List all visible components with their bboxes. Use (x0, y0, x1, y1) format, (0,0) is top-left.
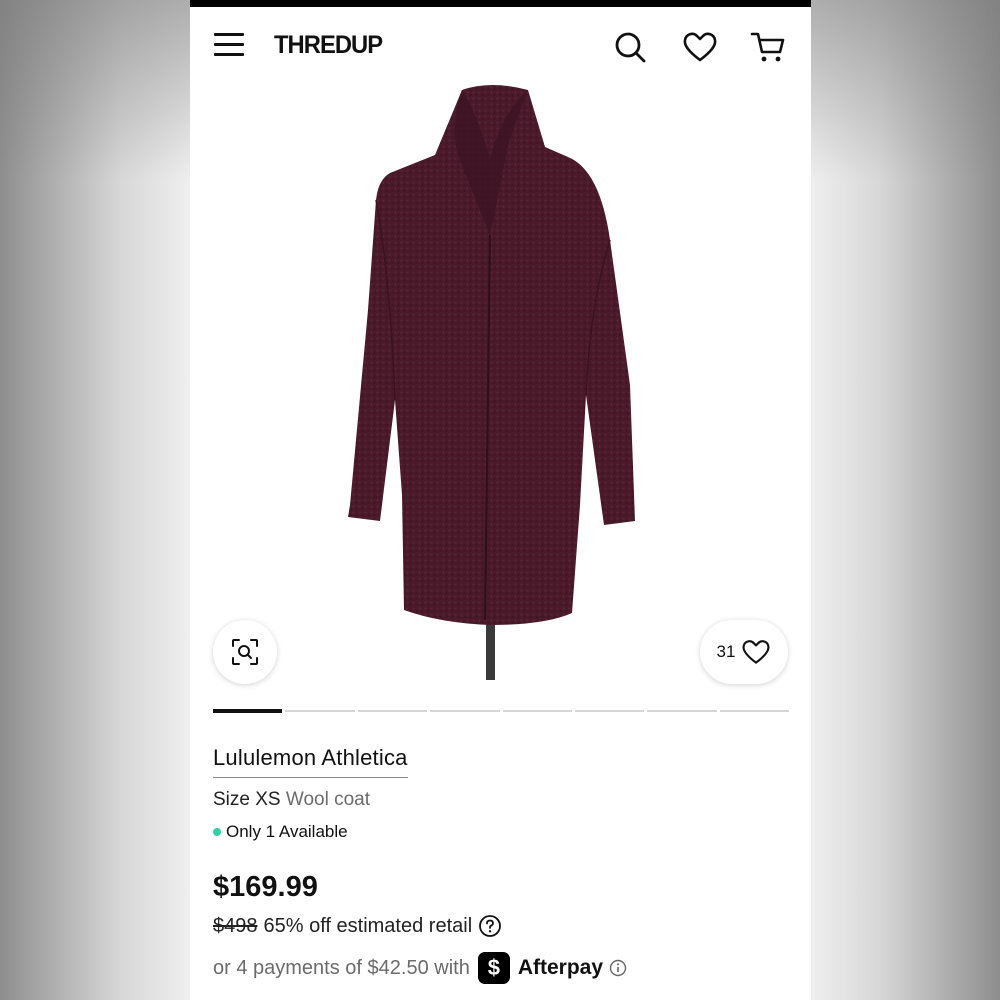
menu-icon[interactable] (214, 33, 244, 57)
installments-text: or 4 payments of $42.50 with (213, 956, 470, 979)
gallery-progress (213, 709, 789, 713)
gallery-segment[interactable] (285, 710, 355, 712)
gallery-segment[interactable] (213, 709, 283, 713)
retail-price: $498 (213, 914, 258, 937)
gallery-segment[interactable] (430, 710, 500, 712)
item-type: Wool coat (285, 789, 371, 810)
help-icon[interactable] (478, 914, 502, 938)
gallery-segment[interactable] (357, 710, 428, 712)
discount-text: 65% off estimated retail (263, 914, 473, 937)
price: $169.99 (213, 871, 318, 903)
heart-icon[interactable] (682, 29, 718, 65)
status-bar (190, 0, 811, 7)
size-label: Size XS (213, 789, 281, 810)
installments-line: or 4 payments of $42.50 with $ Afterpay (213, 952, 627, 984)
favorite-count: 31 (716, 642, 736, 661)
gallery-segment[interactable] (574, 710, 645, 712)
cart-icon[interactable] (750, 29, 786, 65)
size-line: Size XS Wool coat (213, 789, 370, 811)
zoom-icon (232, 639, 258, 665)
heart-icon (742, 640, 770, 664)
favorite-button[interactable]: 31 (700, 620, 788, 684)
zoom-button[interactable] (213, 620, 277, 684)
availability-dot (213, 828, 221, 836)
info-icon[interactable] (609, 959, 627, 977)
app-header: THREDUP (190, 7, 811, 85)
availability: Only 1 Available (213, 822, 348, 842)
gallery-segment[interactable] (647, 710, 717, 712)
gallery-segment[interactable] (719, 710, 789, 712)
product-image[interactable] (190, 85, 811, 685)
availability-text: Only 1 Available (226, 822, 348, 841)
cashapp-icon: $ (477, 952, 510, 984)
search-icon[interactable] (612, 29, 648, 65)
afterpay-label[interactable]: Afterpay (518, 956, 603, 980)
thredup-logo[interactable]: THREDUP (274, 31, 383, 60)
phone-screen: THREDUP 31 Lululemon Athletica Size XS W… (190, 0, 811, 1000)
retail-line: $498 65% off estimated retail (213, 914, 502, 938)
brand-link[interactable]: Lululemon Athletica (213, 745, 408, 778)
gallery-segment[interactable] (502, 710, 572, 712)
